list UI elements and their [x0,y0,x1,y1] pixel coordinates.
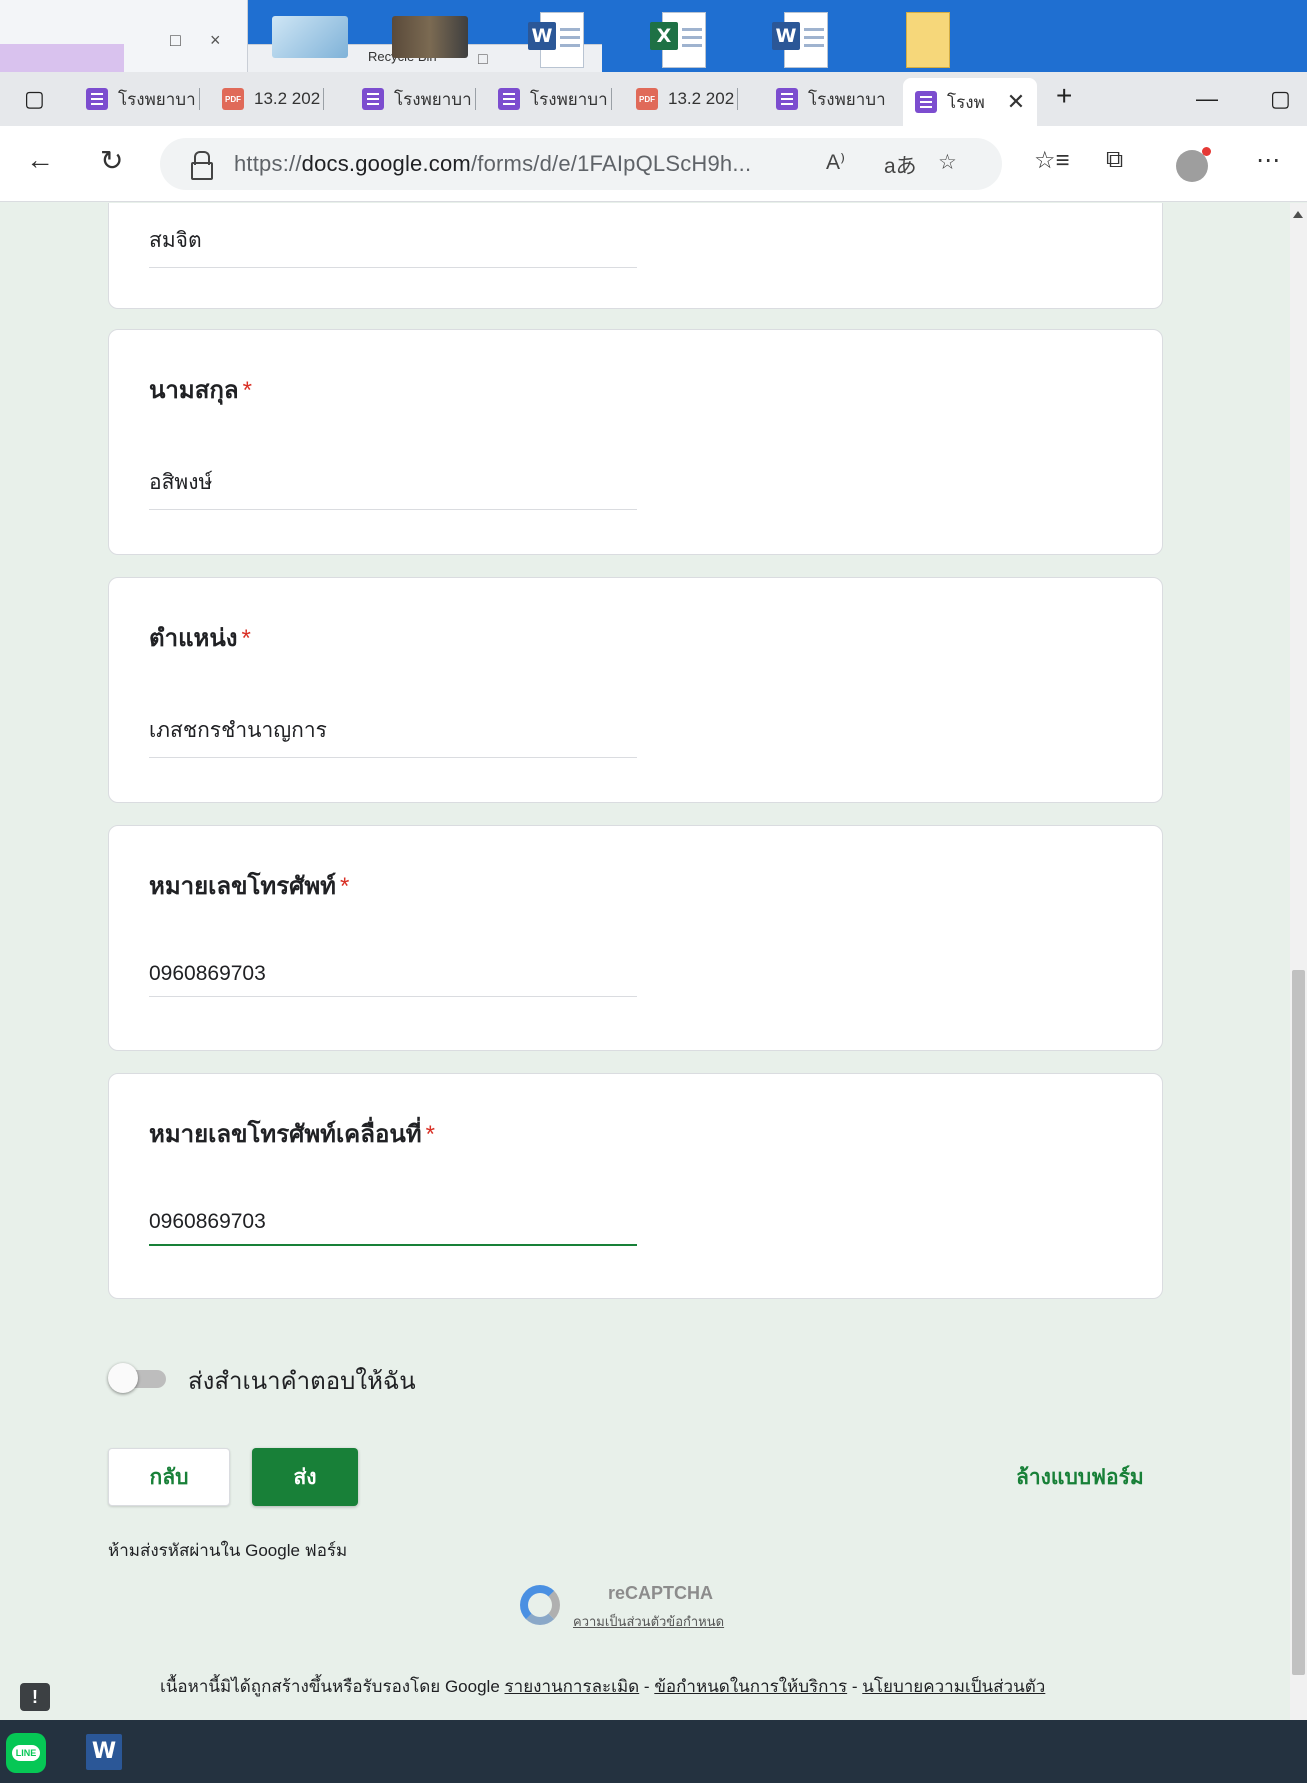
back-button[interactable]: กลับ [108,1448,230,1506]
tab-label: 13.2 202 [668,89,735,108]
report-abuse-link[interactable]: รายงานการละเมิด [505,1677,640,1696]
window-titlebar-strip [0,44,124,72]
password-warning: ห้ามส่งรหัสผ่านใน Google ฟอร์ม [108,1541,348,1560]
collections-icon[interactable]: ⧉ [1106,146,1123,174]
word-app-icon[interactable]: W [86,1734,122,1770]
question-card-firstname: สมจิต [108,203,1163,309]
maximize-icon[interactable]: □ [170,30,181,51]
windows-taskbar: LINE W [0,1720,1307,1783]
page-scrollbar[interactable] [1290,203,1307,1720]
tab-label: 13.2 202 [254,89,321,108]
back-arrow-icon[interactable]: ← [26,144,54,176]
answer-field[interactable]: สมจิต [149,224,637,268]
question-card-mobile: หมายเลขโทรศัพท์เคลื่อนที่ * 0960869703 [108,1073,1163,1299]
scrollbar-thumb[interactable] [1292,970,1305,1675]
answer-field-focused[interactable]: 0960869703 [149,1210,637,1246]
browser-tab-bar: ▢ โรงพยาบา PDF 13.2 202 โรงพยาบา โรงพยาบ… [0,72,1307,126]
favorites-icon[interactable]: ☆≡ [1034,146,1070,175]
browser-tab[interactable]: โรงพยาบา [86,80,200,118]
question-card-phone: หมายเลขโทรศัพท์ * 0960869703 [108,825,1163,1051]
desktop-taskbar-top: □ × Recycle Bin □ × W X W [0,0,1307,72]
forms-icon [498,88,520,110]
new-tab-icon[interactable]: + [1056,80,1072,112]
submit-button[interactable]: ส่ง [252,1448,358,1506]
required-mark: * [241,625,251,652]
folder-icon[interactable] [892,12,954,68]
translate-icon[interactable]: aあ [884,150,917,180]
recaptcha-label: reCAPTCHA [608,1583,714,1603]
tab-label: โรงพยาบา [394,89,472,109]
question-card-surname: นามสกุล * อสิพงษ์ [108,329,1163,555]
report-problem-icon[interactable]: ! [20,1683,50,1711]
browser-tab[interactable]: โรงพยาบา [362,80,476,118]
word-document-icon[interactable]: W [770,12,832,68]
browser-toolbar: ← ↻ https://docs.google.com/forms/d/e/1F… [0,126,1307,202]
browser-tab[interactable]: PDF 13.2 202 [636,80,739,118]
more-menu-icon[interactable]: ⋯ [1256,146,1280,175]
answer-field[interactable]: อสิพงษ์ [149,466,637,510]
forms-icon [776,88,798,110]
line-app-icon[interactable]: LINE [6,1733,46,1773]
answer-field[interactable]: 0960869703 [149,962,637,997]
background-window: □ × [0,0,248,72]
recaptcha-badge: reCAPTCHA ความเป็นส่วนตัวข้อกำหนด [520,1583,780,1633]
question-title: นามสกุล * [149,377,252,404]
send-copy-label: ส่งสำเนาคำตอบให้ฉัน [188,1368,416,1395]
forms-icon [86,88,108,110]
maximize-icon[interactable]: ▢ [1270,86,1291,112]
address-bar[interactable]: https://docs.google.com/forms/d/e/1FAIpQ… [160,138,1002,190]
question-title: หมายเลขโทรศัพท์ * [149,873,350,900]
question-card-position: ตำแหน่ง * เภสชกรชำนาญการ [108,577,1163,803]
terms-link[interactable]: ข้อกำหนดในการให้บริการ [654,1677,847,1696]
tab-actions-icon[interactable]: ▢ [24,86,45,112]
browser-tab[interactable]: PDF 13.2 202 [222,80,325,118]
question-title: ตำแหน่ง * [149,625,251,652]
recaptcha-privacy-link[interactable]: ความเป็นส่วนตัวข้อกำหนด [573,1611,724,1632]
form-footer: เนื้อหานี้มิได้ถูกสร้างขึ้นหรือรับรองโดย… [160,1677,1046,1696]
browser-tab[interactable]: โรงพยาบา [776,80,886,118]
question-title: หมายเลขโทรศัพท์เคลื่อนที่ * [149,1121,435,1148]
maximize-icon[interactable]: □ [478,51,488,69]
privacy-policy-link[interactable]: นโยบายความเป็นส่วนตัว [862,1677,1045,1696]
pdf-icon: PDF [222,88,244,110]
tab-label: โรงพยาบา [118,89,196,109]
lock-icon[interactable] [190,151,213,180]
add-favorite-icon[interactable]: ☆ [938,150,957,175]
window-thumbnail[interactable] [392,16,468,58]
browser-tab[interactable]: โรงพยาบา [498,80,612,118]
minimize-icon[interactable]: — [1196,86,1218,112]
answer-field[interactable]: เภสชกรชำนาญการ [149,714,637,758]
profile-avatar[interactable] [1176,147,1211,182]
read-aloud-icon[interactable]: A⁾ [826,150,845,175]
required-mark: * [242,377,252,404]
url-text: https://docs.google.com/forms/d/e/1FAIpQ… [234,151,752,176]
tab-label: โรงพยาบา [808,89,886,109]
word-document-icon[interactable]: W [526,12,588,68]
forms-icon [362,88,384,110]
required-mark: * [425,1121,435,1148]
refresh-icon[interactable]: ↻ [100,144,123,177]
scroll-up-icon[interactable] [1293,211,1303,218]
required-mark: * [339,873,350,900]
excel-document-icon[interactable]: X [648,12,710,68]
pdf-icon: PDF [636,88,658,110]
clear-form-link[interactable]: ล้างแบบฟอร์ม [1016,1461,1144,1494]
tab-label: โรงพ [947,92,985,112]
tab-label: โรงพยาบา [530,89,608,109]
recaptcha-icon [520,1585,560,1625]
close-icon[interactable]: × [210,30,221,51]
send-copy-toggle[interactable] [108,1363,170,1393]
forms-icon [915,91,937,113]
browser-tab-active[interactable]: โรงพ ✕ [903,78,1038,126]
close-tab-icon[interactable]: ✕ [1007,89,1025,115]
form-page: สมจิต นามสกุล * อสิพงษ์ ตำแหน่ง * เภสชกรชำ… [0,203,1290,1720]
window-thumbnail[interactable] [272,16,348,58]
